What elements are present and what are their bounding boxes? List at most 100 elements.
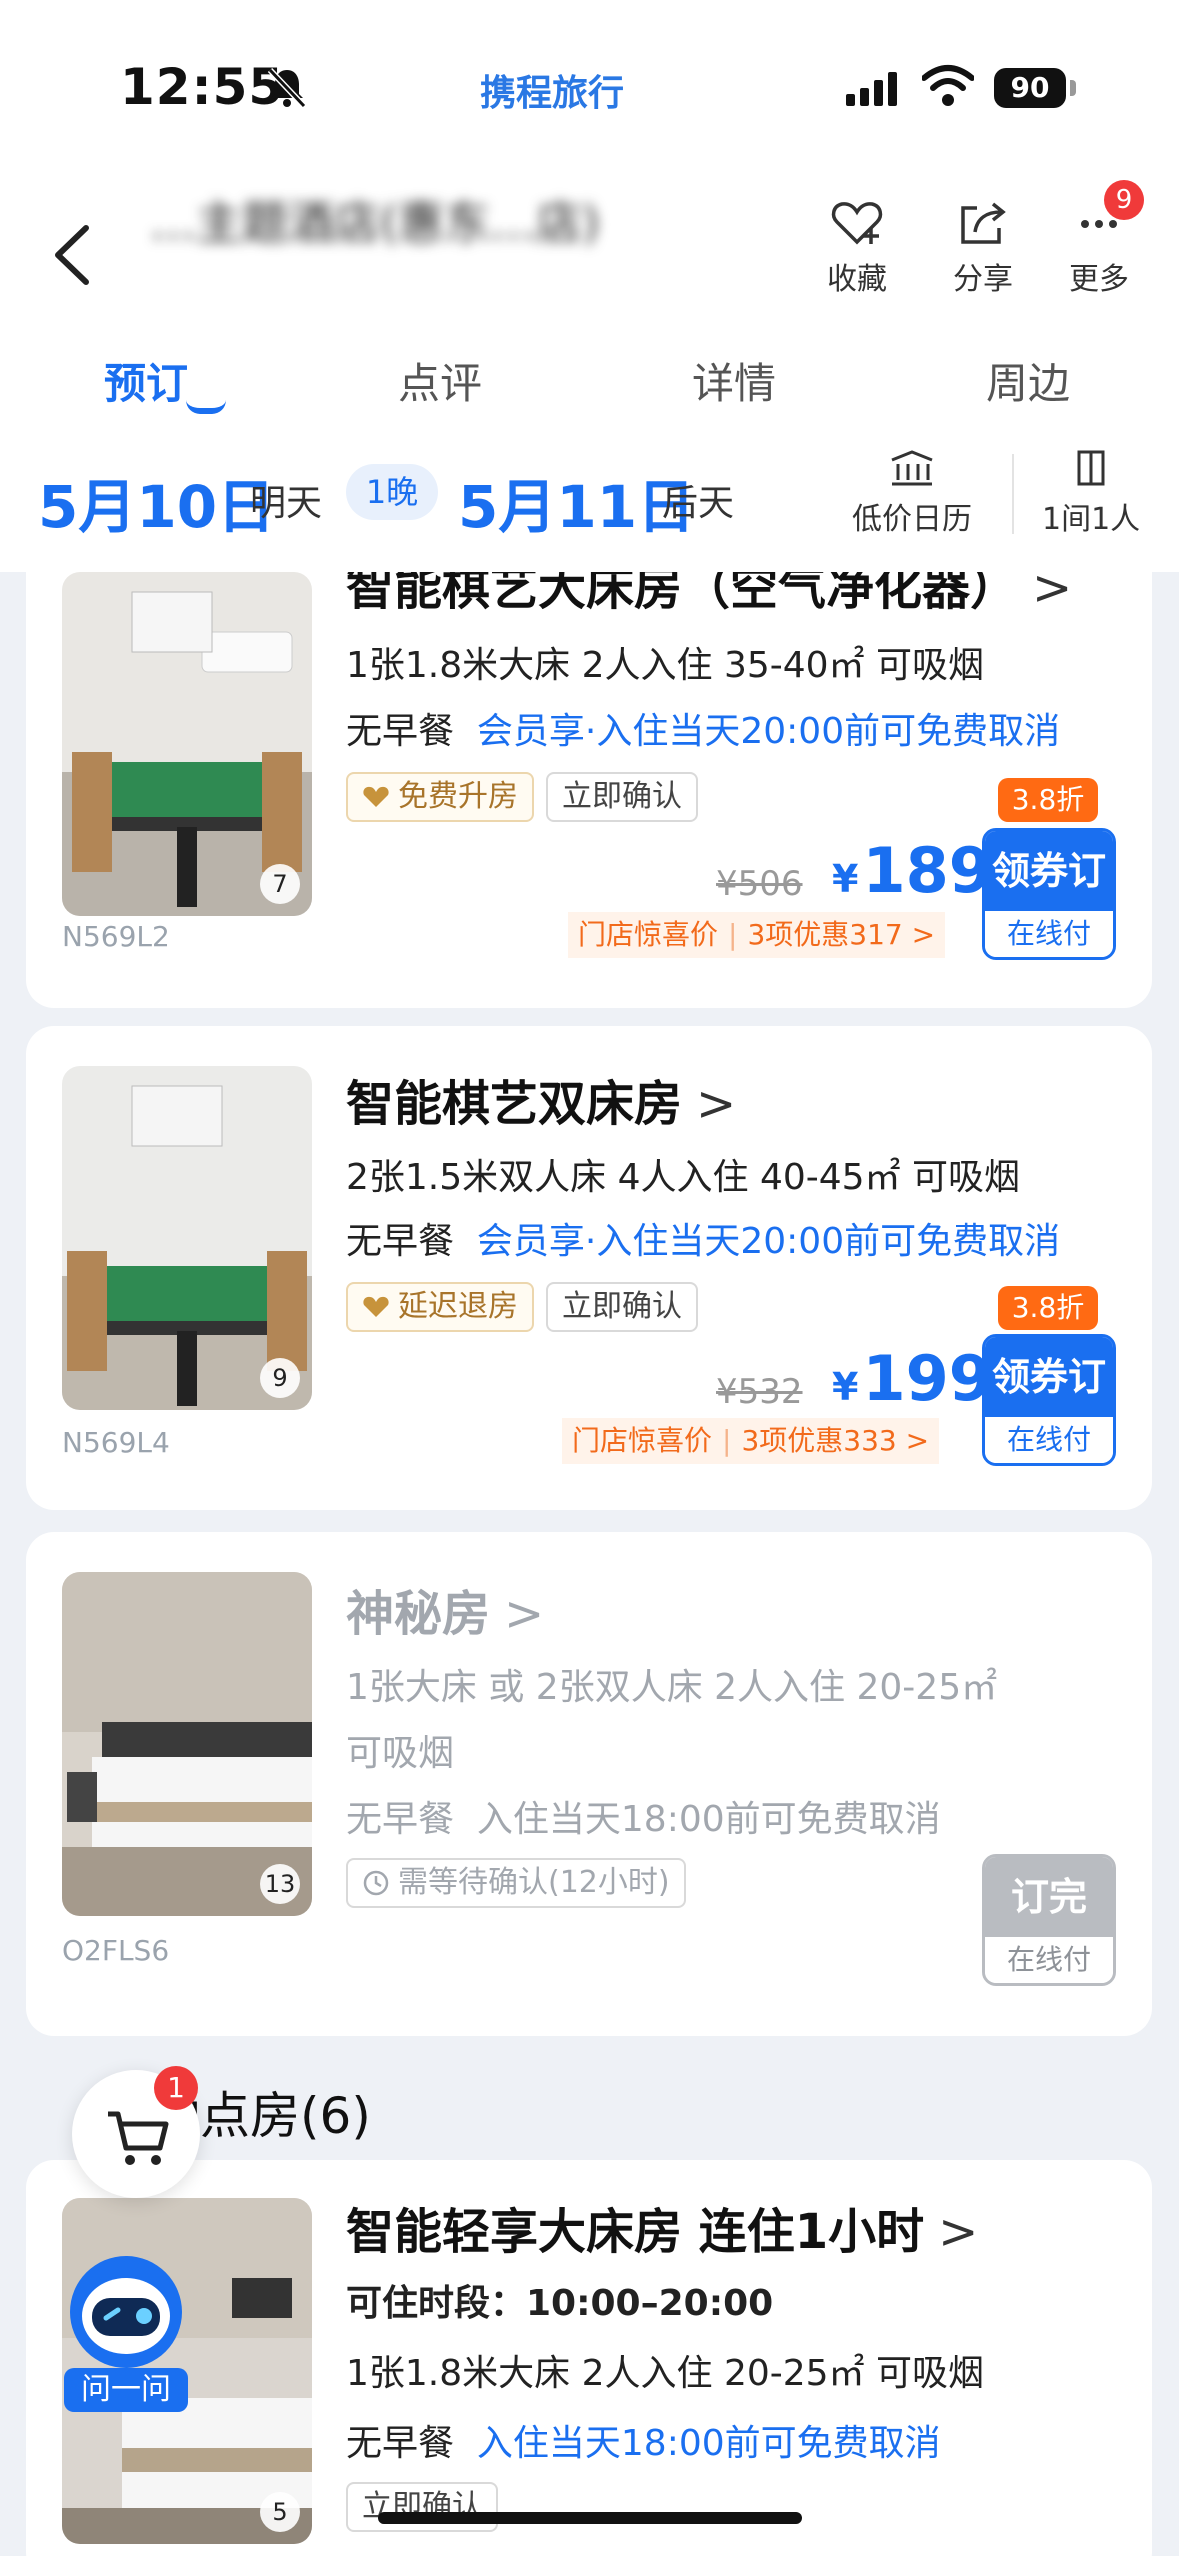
original-price: ¥506 bbox=[716, 864, 803, 904]
room-card-sold-out[interactable]: 13 O2FLS6 神秘房 > 1张大床 或 2张双人床 2人入住 20-25㎡ … bbox=[26, 1532, 1152, 2036]
clock: 12:55 bbox=[120, 58, 285, 116]
instant-confirm-tag: 立即确认 bbox=[546, 1282, 698, 1332]
room-name[interactable]: 智能轻享大床房 连住1小时 > bbox=[346, 2192, 978, 2262]
active-tab-indicator bbox=[186, 400, 226, 414]
gold-heart-icon bbox=[363, 1296, 389, 1317]
home-indicator bbox=[378, 2512, 802, 2524]
tag-row: 免费升房 立即确认 bbox=[346, 772, 698, 822]
cancel-policy: 入住当天18:00前可免费取消 bbox=[476, 1799, 941, 1840]
meal-policy: 无早餐 会员享·入住当天20:00前可免费取消 bbox=[346, 1212, 1060, 1264]
tab-reviews[interactable]: 点评 bbox=[398, 350, 482, 411]
photo-count: 9 bbox=[260, 1358, 300, 1398]
sold-out-label: 订完 bbox=[985, 1857, 1113, 1937]
ctrip-brand: 携程旅行 bbox=[480, 73, 625, 114]
photo-count: 13 bbox=[260, 1864, 300, 1904]
meal-policy: 无早餐 会员享·入住当天20:00前可免费取消 bbox=[346, 702, 1060, 754]
room-photo[interactable]: 9 bbox=[62, 1066, 312, 1410]
header: 12:55 携程旅行 90 …主题酒店(惠东…店) 收藏 分享 更多 9 预订 … bbox=[0, 0, 1179, 572]
current-price: ¥189 bbox=[832, 834, 992, 907]
share-icon bbox=[961, 202, 1006, 244]
promo-label: 门店惊喜价 bbox=[572, 1424, 713, 1457]
pending-confirm-label: 需等待确认(12小时) bbox=[398, 1865, 670, 1900]
room-card[interactable]: 7 N569L2 智能棋艺大床房（空气净化器） > 1张1.8米大床 2人入住 3… bbox=[26, 520, 1152, 1008]
discount-badge: 3.8折 bbox=[998, 1286, 1098, 1330]
chevron-right-icon: > bbox=[504, 1586, 545, 1642]
promo-strip[interactable]: 门店惊喜价 | 3项优惠317 > bbox=[568, 912, 946, 958]
tab-details[interactable]: 详情 bbox=[692, 350, 776, 411]
gold-heart-icon bbox=[363, 786, 389, 807]
silent-bell-icon bbox=[267, 67, 307, 109]
photo-count: 5 bbox=[260, 2492, 300, 2532]
room-name-text: 神秘房 bbox=[346, 1586, 491, 1642]
pay-online-label: 在线付 bbox=[985, 1937, 1113, 1983]
cart-button[interactable]: 1 bbox=[72, 2066, 200, 2198]
checkin-date[interactable]: 5月10日 bbox=[38, 460, 275, 544]
book-label: 领券订 bbox=[985, 831, 1113, 911]
tab-nearby[interactable]: 周边 bbox=[986, 350, 1070, 411]
currency-symbol: ¥ bbox=[832, 857, 859, 901]
currency-symbol: ¥ bbox=[832, 1365, 859, 1409]
price-value: 189 bbox=[862, 834, 992, 907]
cancel-policy: 入住当天18:00前可免费取消 bbox=[476, 2423, 941, 2464]
book-button[interactable]: 领券订 在线付 bbox=[982, 828, 1116, 960]
tab-booking[interactable]: 预订 bbox=[104, 350, 188, 411]
ask-label: 问一问 bbox=[64, 2368, 188, 2412]
room-name-text: 智能棋艺双床房 bbox=[346, 1076, 683, 1132]
hotel-name: …主题酒店(惠东…店) bbox=[150, 196, 600, 250]
perk-tag: 免费升房 bbox=[346, 772, 534, 822]
favorite-button[interactable]: 收藏 bbox=[812, 198, 902, 298]
room-code: O2FLS6 bbox=[62, 1934, 170, 1967]
price-value: 199 bbox=[862, 1342, 992, 1415]
checkout-date[interactable]: 5月11日 bbox=[458, 460, 695, 544]
room-name[interactable]: 神秘房 > bbox=[346, 1574, 544, 1644]
meal-text: 无早餐 bbox=[346, 1799, 455, 1840]
promo-label: 门店惊喜价 bbox=[578, 918, 719, 951]
instant-confirm-tag: 立即确认 bbox=[346, 2482, 498, 2532]
meal-policy: 无早餐 入住当天18:00前可免费取消 bbox=[346, 2414, 941, 2466]
favorite-label: 收藏 bbox=[827, 262, 887, 297]
room-name[interactable]: 智能棋艺双床房 > bbox=[346, 1064, 736, 1134]
tag-row: 需等待确认(12小时) bbox=[346, 1858, 686, 1908]
battery-cap bbox=[1070, 80, 1076, 96]
current-price: ¥199 bbox=[832, 1342, 992, 1415]
perk-tag: 延迟退房 bbox=[346, 1282, 534, 1332]
room-photo[interactable]: 13 bbox=[62, 1572, 312, 1916]
book-label: 领券订 bbox=[985, 1337, 1113, 1417]
date-selector[interactable]: 5月10日 明天 1晚 5月11日 后天 低价日历 1间1人 bbox=[0, 440, 1179, 560]
original-price: ¥532 bbox=[716, 1372, 803, 1412]
discount-badge: 3.8折 bbox=[998, 778, 1098, 822]
meal-policy: 无早餐 入住当天18:00前可免费取消 bbox=[346, 1790, 941, 1842]
book-button[interactable]: 领券订 在线付 bbox=[982, 1334, 1116, 1466]
room-photo[interactable]: 7 bbox=[62, 572, 312, 916]
share-button[interactable]: 分享 bbox=[938, 198, 1028, 298]
navigation-bar: …主题酒店(惠东…店) 收藏 分享 更多 9 bbox=[0, 180, 1179, 320]
notification-badge: 9 bbox=[1104, 180, 1144, 220]
room-card[interactable]: 9 N569L4 智能棋艺双床房 > 2张1.5米双人床 4人入住 40-45㎡ … bbox=[26, 1026, 1152, 1510]
pay-online-label: 在线付 bbox=[985, 911, 1113, 957]
promo-detail: 3项优惠333 > bbox=[741, 1424, 930, 1457]
meal-text: 无早餐 bbox=[346, 1221, 455, 1262]
calendar-chart-icon bbox=[891, 450, 933, 486]
cart-badge: 1 bbox=[154, 2066, 198, 2110]
tag-row: 立即确认 bbox=[346, 2482, 498, 2532]
pending-confirm-tag: 需等待确认(12小时) bbox=[346, 1858, 686, 1908]
ask-assistant-button[interactable]: 问一问 bbox=[64, 2250, 194, 2412]
room-description: 1张1.8米大床 2人入住 35-40㎡ 可吸烟 bbox=[346, 645, 984, 686]
status-bar: 12:55 携程旅行 90 bbox=[0, 58, 1179, 118]
rooms-guests-label: 1间1人 bbox=[1042, 502, 1141, 537]
chevron-right-icon: > bbox=[938, 2204, 979, 2260]
hourly-room-card[interactable]: 5 智能轻享大床房 连住1小时 > 可住时段：10:00–20:00 1张1.8米… bbox=[26, 2160, 1152, 2556]
room-name-text: 智能轻享大床房 连住1小时 bbox=[346, 2204, 925, 2260]
pay-online-label: 在线付 bbox=[985, 1417, 1113, 1463]
rooms-guests-button[interactable]: 1间1人 bbox=[1042, 448, 1140, 538]
back-arrow-icon[interactable] bbox=[46, 220, 96, 290]
cancel-policy: 会员享·入住当天20:00前可免费取消 bbox=[476, 711, 1061, 752]
low-price-calendar-button[interactable]: 低价日历 bbox=[852, 448, 972, 538]
perk-tag-label: 免费升房 bbox=[398, 779, 518, 814]
meal-text: 无早餐 bbox=[346, 711, 455, 752]
cellular-signal-icon bbox=[846, 70, 897, 106]
promo-strip[interactable]: 门店惊喜价 | 3项优惠333 > bbox=[562, 1418, 940, 1464]
room-code: N569L4 bbox=[62, 1426, 170, 1459]
checkout-day: 后天 bbox=[662, 483, 735, 524]
room-description: 1张大床 或 2张双人床 2人入住 20-25㎡ bbox=[346, 1667, 998, 1708]
